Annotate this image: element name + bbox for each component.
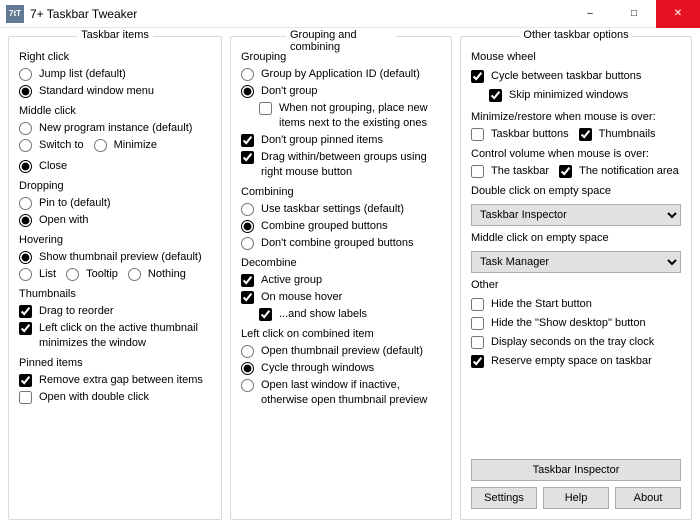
radio-dont-group[interactable]: Don't group xyxy=(241,84,441,99)
radio-standard-menu[interactable]: Standard window menu xyxy=(19,84,211,99)
check-show-labels[interactable]: ...and show labels xyxy=(259,307,441,322)
taskbar-items-group: Taskbar items Right click Jump list (def… xyxy=(8,36,222,520)
radio-show-thumb[interactable]: Show thumbnail preview (default) xyxy=(19,250,211,265)
window-title: 7+ Taskbar Tweaker xyxy=(30,7,137,21)
min-restore-heading: Minimize/restore when mouse is over: xyxy=(471,111,681,123)
check-drag-within[interactable]: Drag within/between groups using right m… xyxy=(241,150,441,180)
check-the-taskbar[interactable]: The taskbar xyxy=(471,164,549,179)
mouse-wheel-heading: Mouse wheel xyxy=(471,51,681,63)
radio-jump-list[interactable]: Jump list (default) xyxy=(19,67,211,82)
control-volume-heading: Control volume when mouse is over: xyxy=(471,148,681,160)
radio-nothing[interactable]: Nothing xyxy=(128,267,186,282)
radio-pin-to[interactable]: Pin to (default) xyxy=(19,196,211,211)
dropping-heading: Dropping xyxy=(19,180,211,192)
check-reserve-empty[interactable]: Reserve empty space on taskbar xyxy=(471,354,681,369)
check-open-dbl[interactable]: Open with double click xyxy=(19,390,211,405)
thumbnails-heading: Thumbnails xyxy=(19,288,211,300)
middle-click-heading: Middle click xyxy=(19,105,211,117)
check-hide-start[interactable]: Hide the Start button xyxy=(471,297,681,312)
radio-open-with[interactable]: Open with xyxy=(19,213,211,228)
decombine-heading: Decombine xyxy=(241,257,441,269)
about-button[interactable]: About xyxy=(615,487,681,509)
radio-dont-combine[interactable]: Don't combine grouped buttons xyxy=(241,236,441,251)
check-left-click-active[interactable]: Left click on the active thumbnail minim… xyxy=(19,321,211,351)
radio-list[interactable]: List xyxy=(19,267,56,282)
combining-heading: Combining xyxy=(241,186,441,198)
check-drag-reorder[interactable]: Drag to reorder xyxy=(19,304,211,319)
check-hide-show-desktop[interactable]: Hide the "Show desktop" button xyxy=(471,316,681,331)
radio-minimize[interactable]: Minimize xyxy=(94,138,157,153)
check-on-hover[interactable]: On mouse hover xyxy=(241,290,441,305)
titlebar: 7tT 7+ Taskbar Tweaker – □ ✕ xyxy=(0,0,700,28)
app-icon: 7tT xyxy=(6,5,24,23)
check-active-group[interactable]: Active group xyxy=(241,273,441,288)
dbl-click-select[interactable]: Taskbar Inspector xyxy=(471,204,681,226)
radio-tooltip[interactable]: Tooltip xyxy=(66,267,118,282)
radio-new-program[interactable]: New program instance (default) xyxy=(19,121,211,136)
pinned-heading: Pinned items xyxy=(19,357,211,369)
radio-combine-grouped[interactable]: Combine grouped buttons xyxy=(241,219,441,234)
help-button[interactable]: Help xyxy=(543,487,609,509)
mid-click-select[interactable]: Task Manager xyxy=(471,251,681,273)
check-thumbnails[interactable]: Thumbnails xyxy=(579,127,656,142)
other-options-group: Other taskbar options Mouse wheel Cycle … xyxy=(460,36,692,520)
radio-open-thumb[interactable]: Open thumbnail preview (default) xyxy=(241,344,441,359)
radio-cycle[interactable]: Cycle through windows xyxy=(241,361,441,376)
other-heading: Other xyxy=(471,279,681,291)
check-notif-area[interactable]: The notification area xyxy=(559,164,679,179)
check-remove-gap[interactable]: Remove extra gap between items xyxy=(19,373,211,388)
radio-close[interactable]: Close xyxy=(19,159,67,174)
left-click-combined-heading: Left click on combined item xyxy=(241,328,441,340)
radio-by-appid[interactable]: Group by Application ID (default) xyxy=(241,67,441,82)
dbl-click-heading: Double click on empty space xyxy=(471,185,681,197)
group-title: Grouping and combining xyxy=(286,29,396,53)
grouping-combining-group: Grouping and combining Grouping Group by… xyxy=(230,36,452,520)
group-title: Other taskbar options xyxy=(519,29,632,41)
right-click-heading: Right click xyxy=(19,51,211,63)
radio-switch-to[interactable]: Switch to xyxy=(19,138,84,153)
check-cycle-buttons[interactable]: Cycle between taskbar buttons xyxy=(471,69,681,84)
check-place-new[interactable]: When not grouping, place new items next … xyxy=(259,101,441,131)
hovering-heading: Hovering xyxy=(19,234,211,246)
radio-open-last[interactable]: Open last window if inactive, otherwise … xyxy=(241,378,441,408)
check-skip-minimized[interactable]: Skip minimized windows xyxy=(489,88,681,103)
check-display-seconds[interactable]: Display seconds on the tray clock xyxy=(471,335,681,350)
check-dont-group-pinned[interactable]: Don't group pinned items xyxy=(241,133,441,148)
group-title: Taskbar items xyxy=(77,29,153,41)
taskbar-inspector-button[interactable]: Taskbar Inspector xyxy=(471,459,681,481)
mid-click-heading: Middle click on empty space xyxy=(471,232,681,244)
radio-use-settings[interactable]: Use taskbar settings (default) xyxy=(241,202,441,217)
minimize-button[interactable]: – xyxy=(568,0,612,28)
close-button[interactable]: ✕ xyxy=(656,0,700,28)
check-taskbar-buttons[interactable]: Taskbar buttons xyxy=(471,127,569,142)
settings-button[interactable]: Settings xyxy=(471,487,537,509)
maximize-button[interactable]: □ xyxy=(612,0,656,28)
